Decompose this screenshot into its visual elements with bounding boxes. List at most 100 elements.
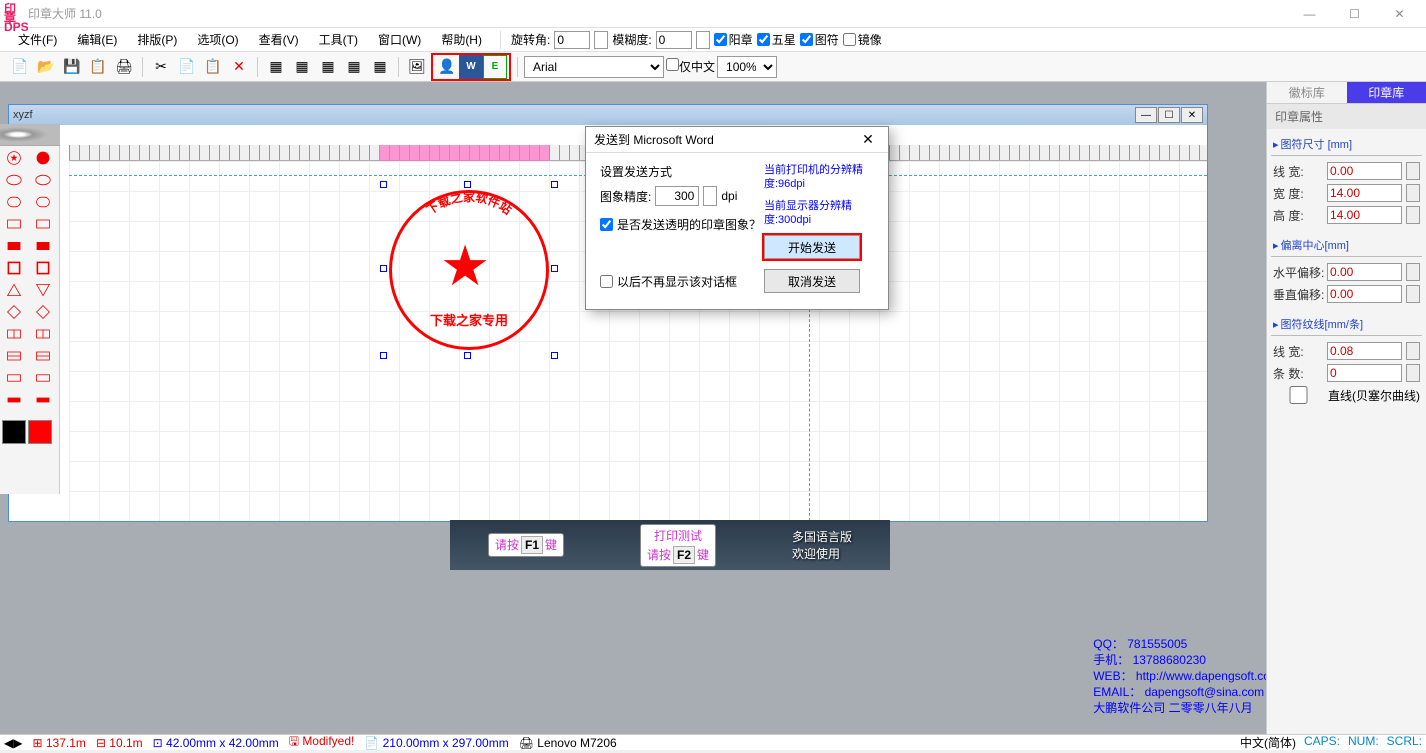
shape-split2[interactable] bbox=[31, 324, 55, 344]
menu-layout[interactable]: 排版(P) bbox=[129, 29, 185, 50]
shape-sq2[interactable] bbox=[31, 258, 55, 278]
shape-grid[interactable] bbox=[2, 236, 26, 256]
cut-button[interactable]: ✂ bbox=[149, 55, 173, 79]
section-offset[interactable]: 偏离中心[mm] bbox=[1271, 234, 1422, 257]
color-red[interactable] bbox=[28, 420, 52, 444]
new-button[interactable]: 📄 bbox=[8, 55, 32, 79]
zoom-select[interactable]: 100% bbox=[717, 56, 777, 78]
tab-badge-lib[interactable]: 徽标库 bbox=[1267, 82, 1347, 103]
shape-ellipse[interactable] bbox=[2, 170, 26, 190]
align-3[interactable]: ▦ bbox=[316, 55, 340, 79]
shape-rect[interactable] bbox=[2, 214, 26, 234]
height-input[interactable] bbox=[1327, 206, 1402, 224]
seal-selection[interactable]: 下载之家软件站 ★ 下载之家专用 bbox=[384, 185, 554, 355]
tab-seal-lib[interactable]: 印章库 bbox=[1347, 82, 1426, 103]
save-button[interactable]: 💾 bbox=[60, 55, 84, 79]
menu-help[interactable]: 帮助(H) bbox=[433, 29, 490, 50]
menu-file[interactable]: 文件(F) bbox=[10, 29, 65, 50]
chk-yang[interactable] bbox=[714, 33, 727, 46]
send-user-icon[interactable]: 👤 bbox=[435, 55, 459, 79]
dialog-close[interactable]: ✕ bbox=[856, 131, 880, 148]
open-button[interactable]: 📂 bbox=[34, 55, 58, 79]
shape-round2[interactable] bbox=[31, 192, 55, 212]
shape-solid[interactable] bbox=[31, 148, 55, 168]
chk-noshow[interactable] bbox=[600, 275, 613, 288]
chk-wuxing[interactable] bbox=[757, 33, 770, 46]
hoff-input[interactable] bbox=[1327, 263, 1402, 281]
menubar: 文件(F) 编辑(E) 排版(P) 选项(O) 查看(V) 工具(T) 窗口(W… bbox=[0, 28, 1426, 52]
shape-diamond[interactable] bbox=[2, 302, 26, 322]
line-width-input[interactable] bbox=[1327, 162, 1402, 180]
shape-h1[interactable] bbox=[2, 346, 26, 366]
cloud-text: 多国语言版 欢迎使用 bbox=[792, 528, 852, 562]
section-size[interactable]: 图符尺寸 [mm] bbox=[1271, 133, 1422, 156]
shape-palette: ★ bbox=[0, 124, 60, 494]
doc-close[interactable]: ✕ bbox=[1181, 107, 1203, 123]
align-1[interactable]: ▦ bbox=[264, 55, 288, 79]
seal-bottom-text: 下载之家专用 bbox=[392, 310, 546, 329]
svg-text:★: ★ bbox=[10, 153, 19, 164]
menu-edit[interactable]: 编辑(E) bbox=[69, 29, 125, 50]
shape-tri[interactable] bbox=[2, 280, 26, 300]
voff-input[interactable] bbox=[1327, 285, 1402, 303]
chk-mirror[interactable] bbox=[843, 33, 856, 46]
send-excel-icon[interactable]: E bbox=[483, 55, 507, 79]
send-word-icon[interactable]: W bbox=[459, 55, 483, 79]
menu-options[interactable]: 选项(O) bbox=[189, 29, 246, 50]
shape-round[interactable] bbox=[2, 192, 26, 212]
shape-m1[interactable] bbox=[2, 368, 26, 388]
blur-spinner[interactable] bbox=[696, 31, 710, 49]
btn-send[interactable]: 开始发送 bbox=[764, 235, 860, 259]
blur-input[interactable] bbox=[656, 31, 692, 49]
menu-tools[interactable]: 工具(T) bbox=[311, 29, 366, 50]
print-button[interactable]: 🖨 bbox=[112, 55, 136, 79]
tex-count-input[interactable] bbox=[1327, 364, 1402, 382]
section-texture[interactable]: 图符纹线[mm/条] bbox=[1271, 313, 1422, 336]
delete-button[interactable]: ✕ bbox=[227, 55, 251, 79]
maximize-button[interactable]: ☐ bbox=[1332, 0, 1377, 28]
tex-line-input[interactable] bbox=[1327, 342, 1402, 360]
minimize-button[interactable]: — bbox=[1287, 0, 1332, 28]
shape-tri2[interactable] bbox=[31, 280, 55, 300]
shape-n1[interactable] bbox=[2, 390, 26, 410]
shape-star[interactable]: ★ bbox=[2, 148, 26, 168]
titlebar: 印章DPS 印章大师 11.0 — ☐ ✕ bbox=[0, 0, 1426, 28]
doc-min[interactable]: — bbox=[1135, 107, 1157, 123]
color-black[interactable] bbox=[2, 420, 26, 444]
shape-m2[interactable] bbox=[31, 368, 55, 388]
width-input[interactable] bbox=[1327, 184, 1402, 202]
copy-button[interactable]: 📄 bbox=[175, 55, 199, 79]
chk-cn-only[interactable] bbox=[666, 58, 679, 71]
shape-h2[interactable] bbox=[31, 346, 55, 366]
export-button[interactable]: 📋 bbox=[86, 55, 110, 79]
font-select[interactable]: Arial bbox=[524, 56, 664, 78]
shape-split[interactable] bbox=[2, 324, 26, 344]
menu-window[interactable]: 窗口(W) bbox=[370, 29, 429, 50]
chk-transparent[interactable] bbox=[600, 218, 613, 231]
blur-label: 模糊度: bbox=[612, 31, 651, 48]
key-hint-1: 请按F1键 bbox=[488, 533, 564, 557]
chk-tufu[interactable] bbox=[800, 33, 813, 46]
shape-diamond2[interactable] bbox=[31, 302, 55, 322]
rotate-input[interactable] bbox=[554, 31, 590, 49]
align-5[interactable]: ▦ bbox=[368, 55, 392, 79]
shape-rect2[interactable] bbox=[31, 214, 55, 234]
shape-ellipse2[interactable] bbox=[31, 170, 55, 190]
align-4[interactable]: ▦ bbox=[342, 55, 366, 79]
paste-button[interactable]: 📋 bbox=[201, 55, 225, 79]
doc-max[interactable]: ☐ bbox=[1158, 107, 1180, 123]
rotate-spinner[interactable] bbox=[594, 31, 608, 49]
btn-cancel[interactable]: 取消发送 bbox=[764, 269, 860, 293]
shape-sq[interactable] bbox=[2, 258, 26, 278]
shape-n2[interactable] bbox=[31, 390, 55, 410]
align-2[interactable]: ▦ bbox=[290, 55, 314, 79]
shape-grid2[interactable] bbox=[31, 236, 55, 256]
chk-bezier[interactable] bbox=[1273, 386, 1324, 404]
precision-input[interactable] bbox=[655, 186, 699, 206]
send-image[interactable]: 🖼 bbox=[405, 55, 429, 79]
precision-spinner[interactable] bbox=[703, 186, 717, 206]
doc-title: xyzf bbox=[13, 109, 33, 121]
app-logo: 印章DPS bbox=[4, 5, 22, 23]
close-button[interactable]: ✕ bbox=[1377, 0, 1422, 28]
menu-view[interactable]: 查看(V) bbox=[251, 29, 307, 50]
